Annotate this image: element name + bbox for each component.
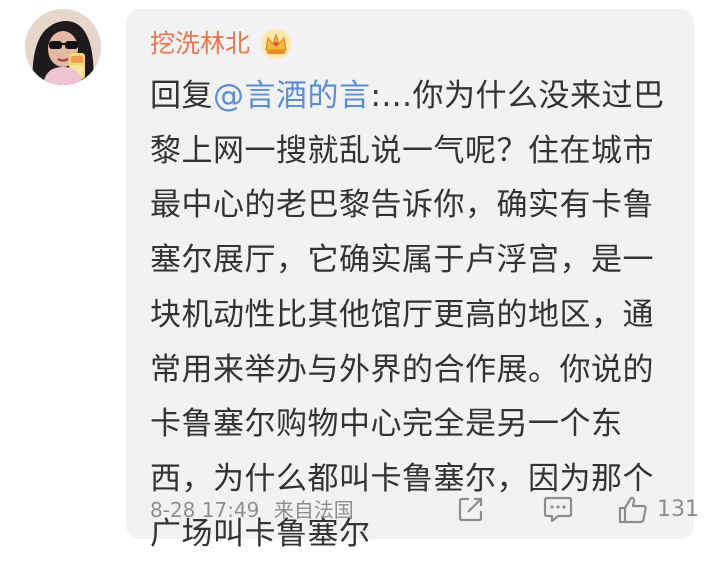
comment-card: 挖洗林北 回复@言酒的言:...你为什么没来过巴 黎上网一搜就乱说一气呢？住在城… bbox=[126, 9, 699, 552]
comment-line: 常用来举办与外界的合作展。你说的 bbox=[150, 351, 654, 388]
comment-line: 块机动性比其他馆厅更高的地区，通 bbox=[150, 296, 654, 333]
share-icon bbox=[458, 497, 483, 522]
comment-text: 回复@言酒的言:...你为什么没来过巴 黎上网一搜就乱说一气呢？住在城市 最中心… bbox=[150, 69, 690, 561]
thumbs-up-icon bbox=[618, 496, 647, 524]
comment-line: 最中心的老巴黎告诉你，确实有卡鲁 bbox=[150, 187, 654, 224]
comment-line: 回复@言酒的言:...你为什么没来过巴 bbox=[150, 69, 690, 124]
source: 来自法国 bbox=[273, 498, 354, 522]
username[interactable]: 挖洗林北 bbox=[150, 29, 250, 59]
avatar-photo bbox=[25, 9, 101, 85]
like-button[interactable]: 131 bbox=[617, 494, 699, 526]
comment-line: 塞尔展厅，它确实属于卢浮宫，是一 bbox=[150, 242, 654, 279]
comment-icon bbox=[543, 496, 573, 523]
comment-meta: 8-28 17:49 来自法国 bbox=[150, 497, 354, 523]
comment-line: 卡鲁塞尔购物中心完全是另一个东 bbox=[150, 406, 623, 443]
timestamp: 8-28 17:49 bbox=[150, 498, 260, 522]
comment-footer: 8-28 17:49 来自法国 131 bbox=[150, 490, 699, 530]
reply-prefix: 回复 bbox=[150, 78, 213, 114]
crown-icon bbox=[260, 28, 292, 60]
comment-header: 挖洗林北 bbox=[150, 28, 292, 60]
like-count: 131 bbox=[657, 497, 699, 522]
comment-line: 黎上网一搜就乱说一气呢？住在城市 bbox=[150, 132, 654, 169]
mention-link[interactable]: @言酒的言 bbox=[213, 78, 371, 114]
reply-button[interactable] bbox=[542, 494, 574, 524]
avatar[interactable] bbox=[25, 9, 101, 85]
share-button[interactable] bbox=[456, 494, 486, 524]
comment-line-text: :...你为什么没来过巴 bbox=[370, 78, 665, 114]
